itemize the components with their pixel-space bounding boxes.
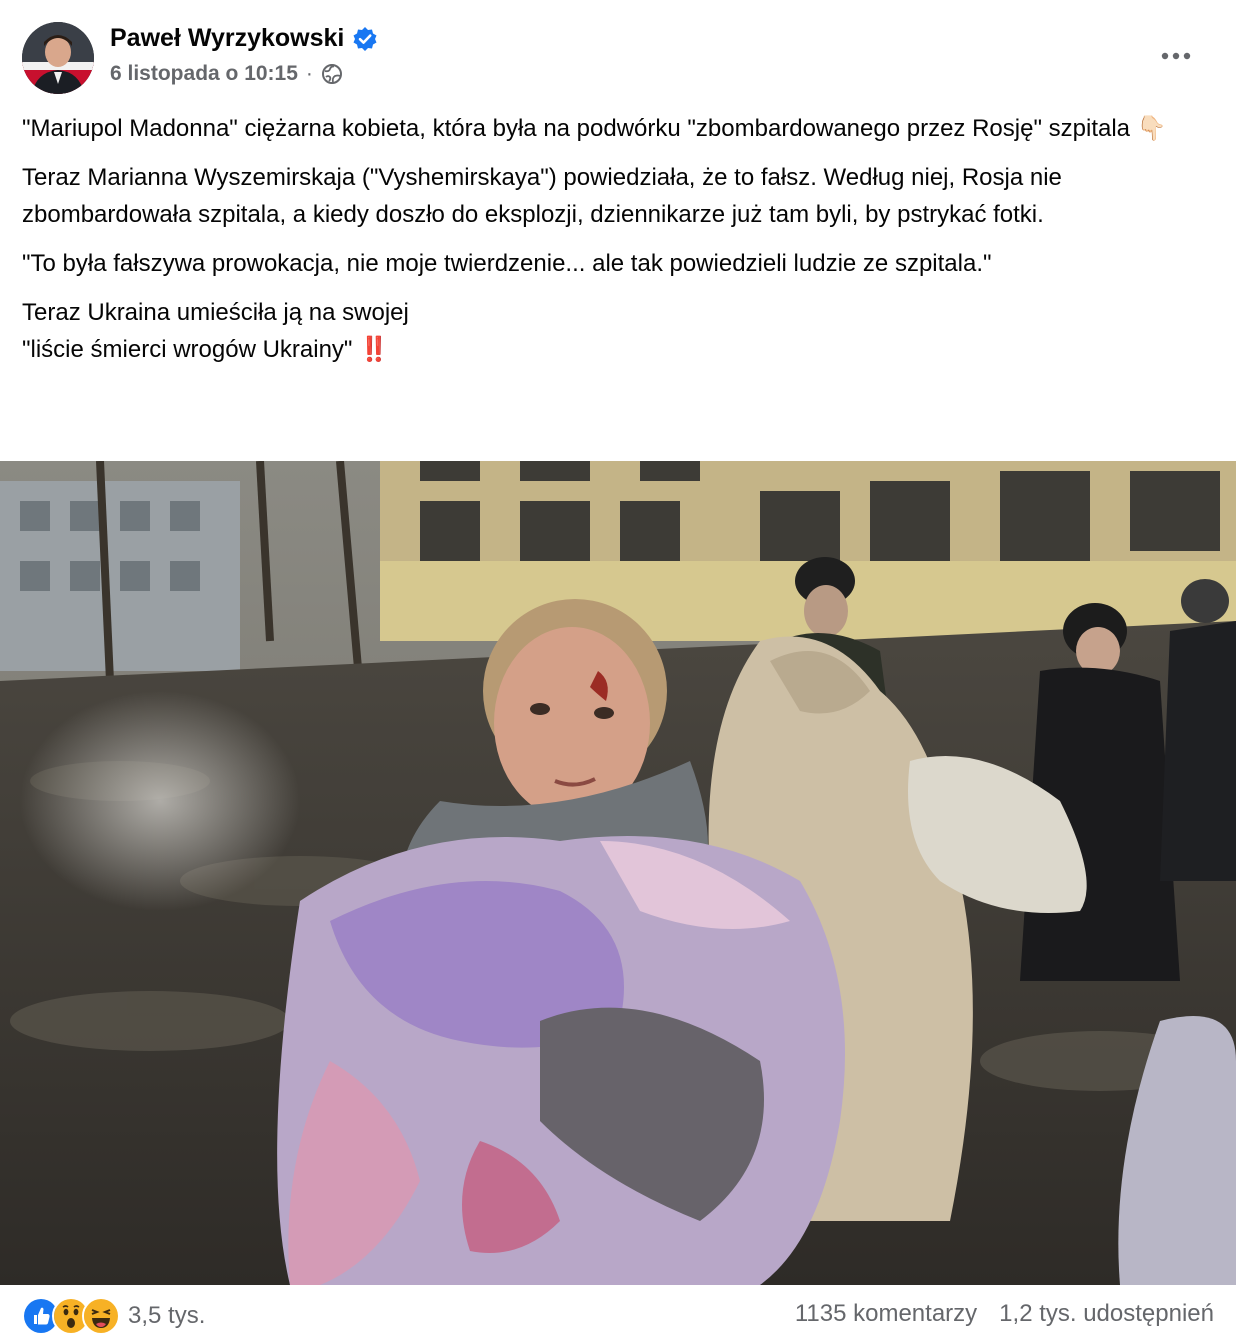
post-paragraph-1: "Mariupol Madonna" ciężarna kobieta, któ…: [22, 115, 1167, 142]
more-options-button[interactable]: [1158, 38, 1194, 74]
post-paragraph-4: Teraz Ukraina umieściła ją na swojej "li…: [22, 299, 409, 363]
post-text: "Mariupol Madonna" ciężarna kobieta, któ…: [22, 110, 1216, 380]
verified-badge-icon: [352, 26, 378, 52]
more-horizontal-icon: [1161, 52, 1191, 60]
reaction-count: 3,5 tys.: [128, 1302, 206, 1329]
comments-count[interactable]: 1135 komentarzy: [795, 1300, 977, 1328]
author-name-row: Paweł Wyrzykowski: [110, 24, 378, 53]
author-avatar[interactable]: [22, 22, 94, 94]
shares-count[interactable]: 1,2 tys. udostępnień: [999, 1300, 1214, 1328]
author-name[interactable]: Paweł Wyrzykowski: [110, 24, 344, 53]
post-footer: 3,5 tys. 1135 komentarzy 1,2 tys. udostę…: [0, 1285, 1236, 1343]
post-stats: 1135 komentarzy 1,2 tys. udostępnień: [795, 1300, 1214, 1328]
globe-icon[interactable]: [321, 63, 343, 85]
post-paragraph-2: Teraz Marianna Wyszemirskaja ("Vyshemirs…: [22, 164, 1062, 228]
post-card: Paweł Wyrzykowski 6 listopada o 10:15 · …: [0, 0, 1236, 1343]
post-timestamp[interactable]: 6 listopada o 10:15: [110, 62, 298, 86]
post-meta: 6 listopada o 10:15 ·: [110, 62, 343, 86]
post-paragraph-3: "To była fałszywa prowokacja, nie moje t…: [22, 250, 992, 277]
reactions-summary[interactable]: 3,5 tys.: [22, 1297, 205, 1335]
post-photo[interactable]: [0, 461, 1236, 1285]
haha-reaction-icon: [82, 1297, 120, 1335]
meta-separator: ·: [305, 62, 313, 85]
